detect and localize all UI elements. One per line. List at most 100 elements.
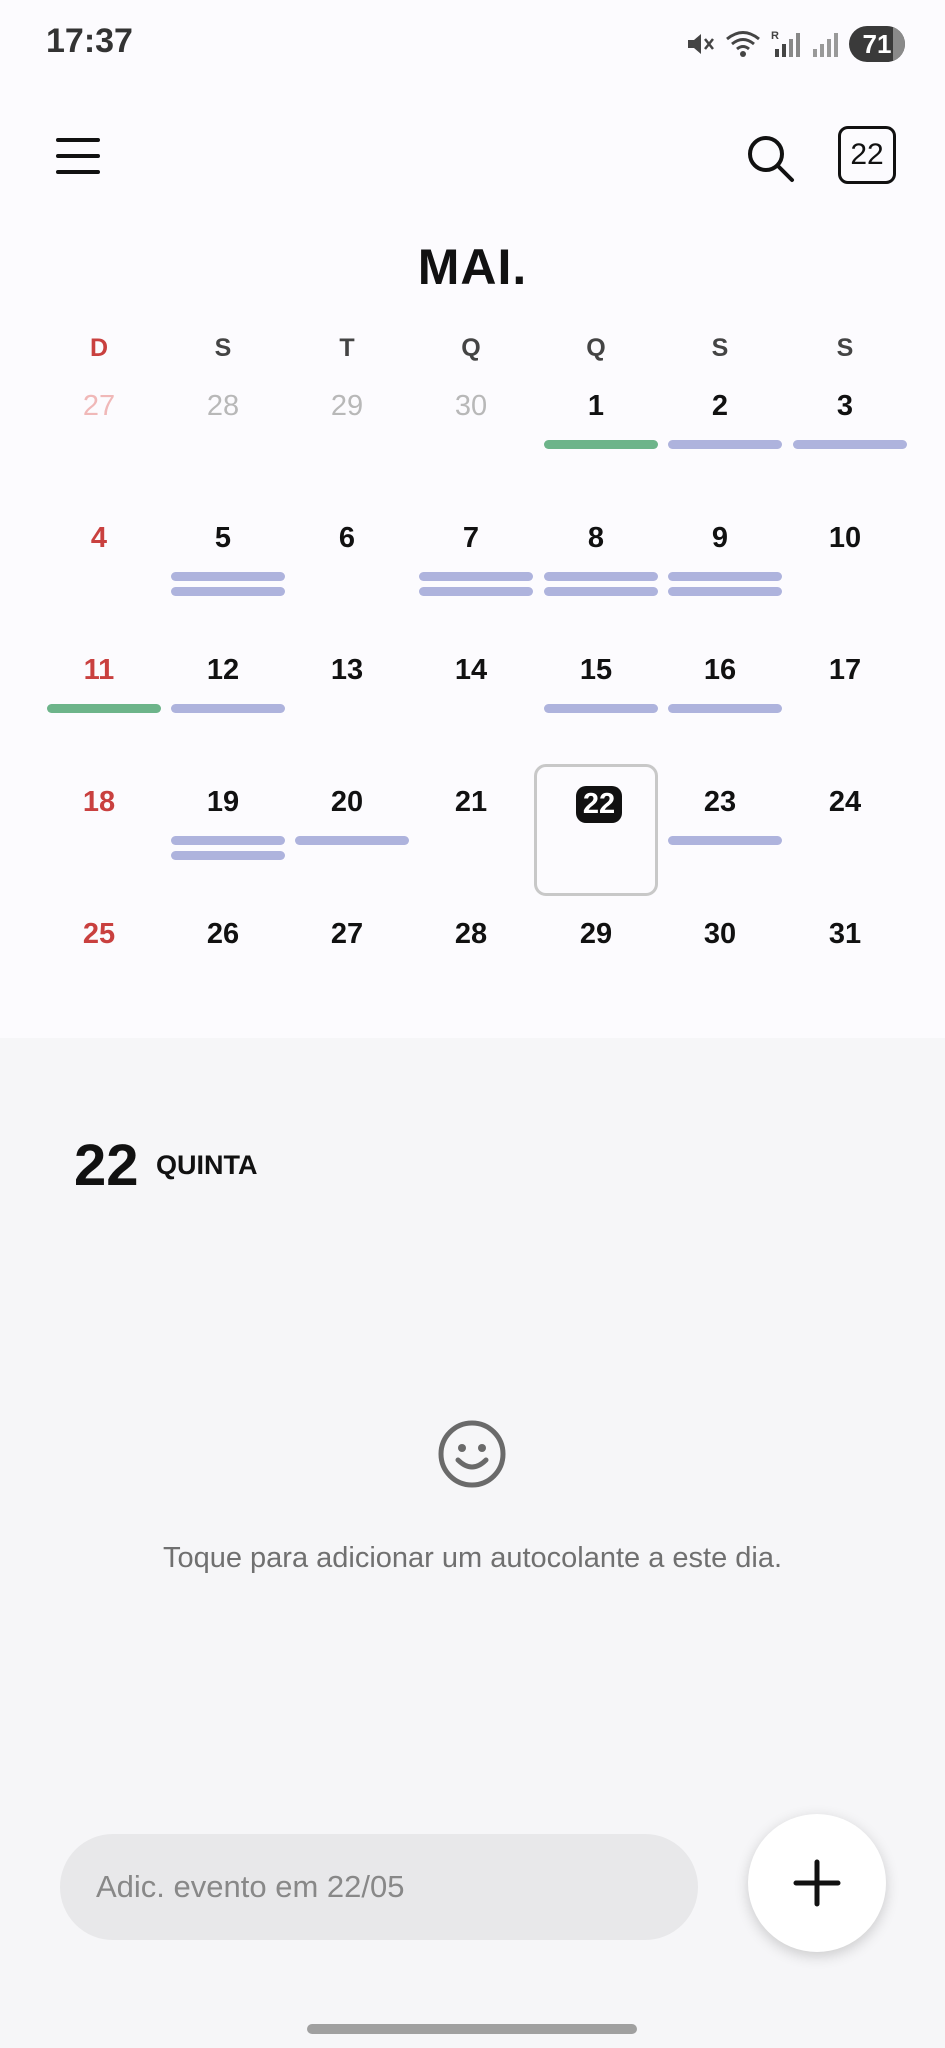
day-cell[interactable]: 28	[409, 896, 533, 1028]
event-bar	[419, 572, 533, 581]
day-cell[interactable]: 13	[285, 632, 409, 764]
weekday-label: Q	[461, 334, 481, 362]
day-cell[interactable]: 5	[161, 500, 285, 632]
day-number: 13	[330, 654, 364, 686]
day-cell[interactable]: 6	[285, 500, 409, 632]
day-cell[interactable]: 23	[658, 764, 782, 896]
day-cell[interactable]: 30	[658, 896, 782, 1028]
day-cell[interactable]: 30	[409, 368, 533, 500]
event-bar	[668, 440, 782, 449]
day-cell[interactable]: 7	[409, 500, 533, 632]
day-cell[interactable]: 4	[37, 500, 161, 632]
event-bar	[793, 440, 907, 449]
day-number: 27	[82, 390, 116, 422]
day-number: 24	[828, 786, 862, 818]
event-bar	[171, 704, 285, 713]
day-cell[interactable]: 10	[783, 500, 907, 632]
weekday-label: Q	[586, 334, 606, 362]
signal-icon-2	[813, 33, 838, 57]
mute-icon	[688, 34, 714, 54]
search-icon	[748, 136, 794, 182]
day-cell[interactable]: 3	[783, 368, 907, 500]
battery-indicator: 71	[849, 26, 905, 62]
status-bar: 17:37 R 71	[0, 0, 945, 90]
day-number: 22	[537, 786, 661, 823]
event-bar	[171, 572, 285, 581]
day-cell[interactable]: 24	[783, 764, 907, 896]
day-number: 20	[330, 786, 364, 818]
day-number: 17	[828, 654, 862, 686]
day-number: 6	[338, 522, 356, 554]
day-number: 28	[454, 918, 488, 950]
day-number: 7	[462, 522, 480, 554]
event-bar	[668, 836, 782, 845]
weekday-label: S	[711, 334, 729, 362]
menu-icon	[56, 138, 100, 174]
day-cell[interactable]: 29	[534, 896, 658, 1028]
day-number: 27	[330, 918, 364, 950]
day-number: 4	[90, 522, 108, 554]
day-cell[interactable]: 31	[783, 896, 907, 1028]
day-cell[interactable]: 11	[37, 632, 161, 764]
weekday-label: S	[214, 334, 232, 362]
day-cell[interactable]: 17	[783, 632, 907, 764]
day-cell[interactable]: 9	[658, 500, 782, 632]
day-cell[interactable]: 27	[37, 368, 161, 500]
status-icons: R 71	[685, 24, 905, 64]
day-number: 21	[454, 786, 488, 818]
day-cell[interactable]: 14	[409, 632, 533, 764]
add-event-button[interactable]	[748, 1814, 886, 1952]
day-cell[interactable]: 20	[285, 764, 409, 896]
day-cell[interactable]: 26	[161, 896, 285, 1028]
day-cell[interactable]: 12	[161, 632, 285, 764]
day-number: 29	[579, 918, 613, 950]
day-number: 30	[454, 390, 488, 422]
day-number: 26	[206, 918, 240, 950]
sticker-hint[interactable]: Toque para adicionar um autocolante a es…	[0, 1542, 945, 1575]
day-number: 11	[83, 654, 115, 686]
status-time: 17:37	[46, 22, 133, 60]
selected-day-number: 22	[74, 1133, 139, 1198]
day-number: 30	[703, 918, 737, 950]
day-number: 29	[330, 390, 364, 422]
day-cell[interactable]: 8	[534, 500, 658, 632]
smiley-icon[interactable]	[436, 1418, 508, 1490]
day-cell[interactable]: 15	[534, 632, 658, 764]
day-cell[interactable]: 29	[285, 368, 409, 500]
selected-day-name: QUINTA	[156, 1150, 258, 1180]
add-event-input[interactable]: Adic. evento em 22/05	[60, 1834, 698, 1940]
today-button[interactable]: 22	[838, 126, 896, 184]
day-number: 1	[587, 390, 605, 422]
day-cell[interactable]: 16	[658, 632, 782, 764]
menu-button[interactable]	[52, 130, 106, 184]
day-cell[interactable]: 25	[37, 896, 161, 1028]
day-number: 3	[836, 390, 854, 422]
day-cell[interactable]: 21	[409, 764, 533, 896]
day-number: 23	[703, 786, 737, 818]
day-number: 2	[711, 390, 729, 422]
home-indicator[interactable]	[307, 2024, 637, 2034]
day-number: 28	[206, 390, 240, 422]
day-cell[interactable]: 19	[161, 764, 285, 896]
day-number: 10	[828, 522, 862, 554]
signal-label: R	[771, 30, 779, 42]
event-bar	[171, 851, 285, 860]
day-cell[interactable]: 27	[285, 896, 409, 1028]
day-number: 31	[828, 918, 862, 950]
day-cell-selected[interactable]: 22	[534, 764, 658, 896]
day-number: 12	[206, 654, 240, 686]
event-bar	[668, 587, 782, 596]
event-bar	[47, 704, 161, 713]
day-cell[interactable]: 28	[161, 368, 285, 500]
day-cell[interactable]: 1	[534, 368, 658, 500]
weekday-label: D	[89, 334, 109, 362]
day-number: 18	[82, 786, 116, 818]
day-cell[interactable]: 18	[37, 764, 161, 896]
event-bar	[668, 572, 782, 581]
month-title: MAI.	[417, 239, 528, 295]
weekday-label: S	[836, 334, 854, 362]
event-bar	[544, 587, 658, 596]
month-grid: 27 28 29 30 1 2 3 4 5 6 7 8 9 10 11 12 13 14 15 16 17 18 19 20 2…	[0, 368, 945, 1028]
day-cell[interactable]: 2	[658, 368, 782, 500]
search-button[interactable]	[740, 128, 800, 188]
